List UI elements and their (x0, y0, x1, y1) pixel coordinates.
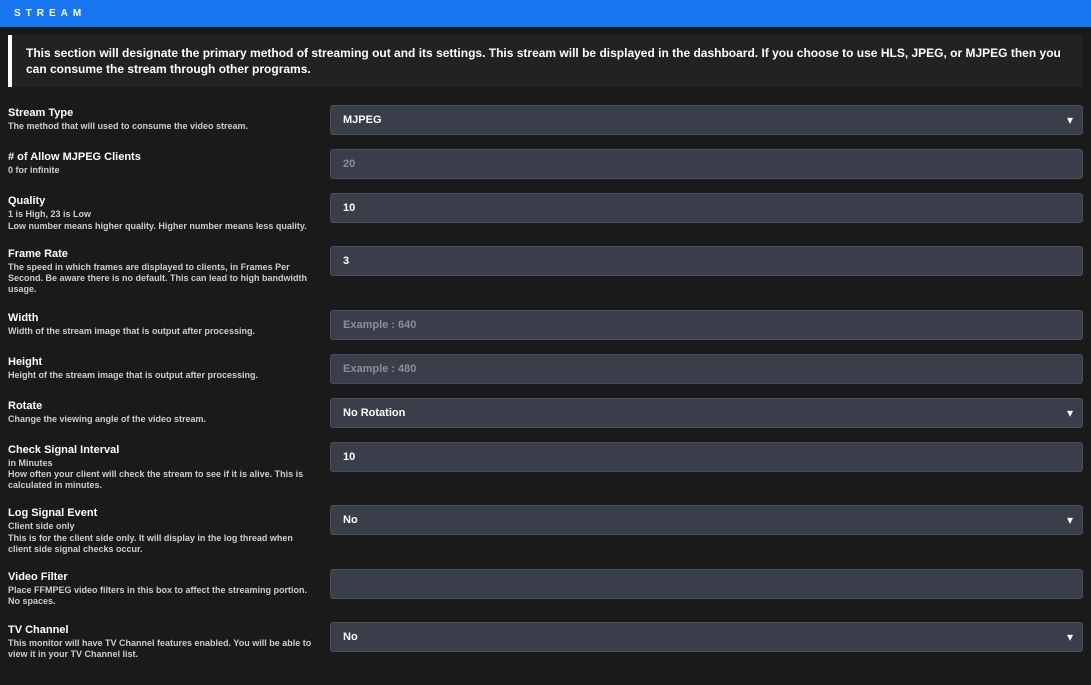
row-log-signal: Log Signal Event Client side only This i… (8, 505, 1083, 555)
info-box: This section will designate the primary … (8, 35, 1083, 87)
label-col: # of Allow MJPEG Clients 0 for infinite (8, 149, 318, 176)
input-col: MJPEG ▾ (330, 105, 1083, 135)
field-desc: Width of the stream image that is output… (8, 326, 318, 337)
field-label: Frame Rate (8, 248, 318, 260)
field-desc: 0 for infinite (8, 165, 318, 176)
row-check-signal: Check Signal Interval in Minutes How oft… (8, 442, 1083, 492)
row-rotate: Rotate Change the viewing angle of the v… (8, 398, 1083, 428)
row-stream-type: Stream Type The method that will used to… (8, 105, 1083, 135)
field-label: Check Signal Interval (8, 444, 318, 456)
field-label: Height (8, 356, 318, 368)
mjpeg-clients-input[interactable] (330, 149, 1083, 179)
height-input[interactable] (330, 354, 1083, 384)
input-col: No Rotation ▾ (330, 398, 1083, 428)
label-col: Quality 1 is High, 23 is Low Low number … (8, 193, 318, 232)
field-desc: Change the viewing angle of the video st… (8, 414, 318, 425)
width-input[interactable] (330, 310, 1083, 340)
field-label: Log Signal Event (8, 507, 318, 519)
quality-input[interactable] (330, 193, 1083, 223)
field-desc: Place FFMPEG video filters in this box t… (8, 585, 318, 608)
field-desc: This monitor will have TV Channel featur… (8, 638, 318, 661)
label-col: Rotate Change the viewing angle of the v… (8, 398, 318, 425)
content-area: This section will designate the primary … (0, 35, 1091, 682)
field-label: Video Filter (8, 571, 318, 583)
label-col: Stream Type The method that will used to… (8, 105, 318, 132)
log-signal-select[interactable]: No (330, 505, 1083, 535)
input-col: No ▾ (330, 622, 1083, 652)
input-col (330, 569, 1083, 599)
field-desc: Client side only (8, 521, 318, 532)
row-mjpeg-clients: # of Allow MJPEG Clients 0 for infinite (8, 149, 1083, 179)
field-label: # of Allow MJPEG Clients (8, 151, 318, 163)
row-video-filter: Video Filter Place FFMPEG video filters … (8, 569, 1083, 608)
row-tv-channel: TV Channel This monitor will have TV Cha… (8, 622, 1083, 661)
label-col: Log Signal Event Client side only This i… (8, 505, 318, 555)
row-height: Height Height of the stream image that i… (8, 354, 1083, 384)
frame-rate-input[interactable] (330, 246, 1083, 276)
input-col (330, 442, 1083, 472)
label-col: TV Channel This monitor will have TV Cha… (8, 622, 318, 661)
label-col: Frame Rate The speed in which frames are… (8, 246, 318, 296)
label-col: Check Signal Interval in Minutes How oft… (8, 442, 318, 492)
label-col: Width Width of the stream image that is … (8, 310, 318, 337)
field-desc2: How often your client will check the str… (8, 469, 318, 492)
field-desc: The speed in which frames are displayed … (8, 262, 318, 296)
field-desc: in Minutes (8, 458, 318, 469)
field-desc2: Low number means higher quality. Higher … (8, 221, 318, 232)
field-label: Stream Type (8, 107, 318, 119)
label-col: Video Filter Place FFMPEG video filters … (8, 569, 318, 608)
section-header: STREAM (0, 0, 1091, 27)
input-col (330, 149, 1083, 179)
stream-type-select[interactable]: MJPEG (330, 105, 1083, 135)
tv-channel-select[interactable]: No (330, 622, 1083, 652)
field-label: Quality (8, 195, 318, 207)
row-frame-rate: Frame Rate The speed in which frames are… (8, 246, 1083, 296)
field-desc: 1 is High, 23 is Low (8, 209, 318, 220)
row-quality: Quality 1 is High, 23 is Low Low number … (8, 193, 1083, 232)
input-col: No ▾ (330, 505, 1083, 535)
field-label: Rotate (8, 400, 318, 412)
field-label: Width (8, 312, 318, 324)
field-label: TV Channel (8, 624, 318, 636)
check-signal-input[interactable] (330, 442, 1083, 472)
field-desc: Height of the stream image that is outpu… (8, 370, 318, 381)
field-desc: The method that will used to consume the… (8, 121, 318, 132)
label-col: Height Height of the stream image that i… (8, 354, 318, 381)
rotate-select[interactable]: No Rotation (330, 398, 1083, 428)
field-desc2: This is for the client side only. It wil… (8, 533, 318, 556)
video-filter-input[interactable] (330, 569, 1083, 599)
input-col (330, 193, 1083, 223)
section-title: STREAM (14, 8, 86, 19)
input-col (330, 246, 1083, 276)
row-width: Width Width of the stream image that is … (8, 310, 1083, 340)
input-col (330, 310, 1083, 340)
input-col (330, 354, 1083, 384)
